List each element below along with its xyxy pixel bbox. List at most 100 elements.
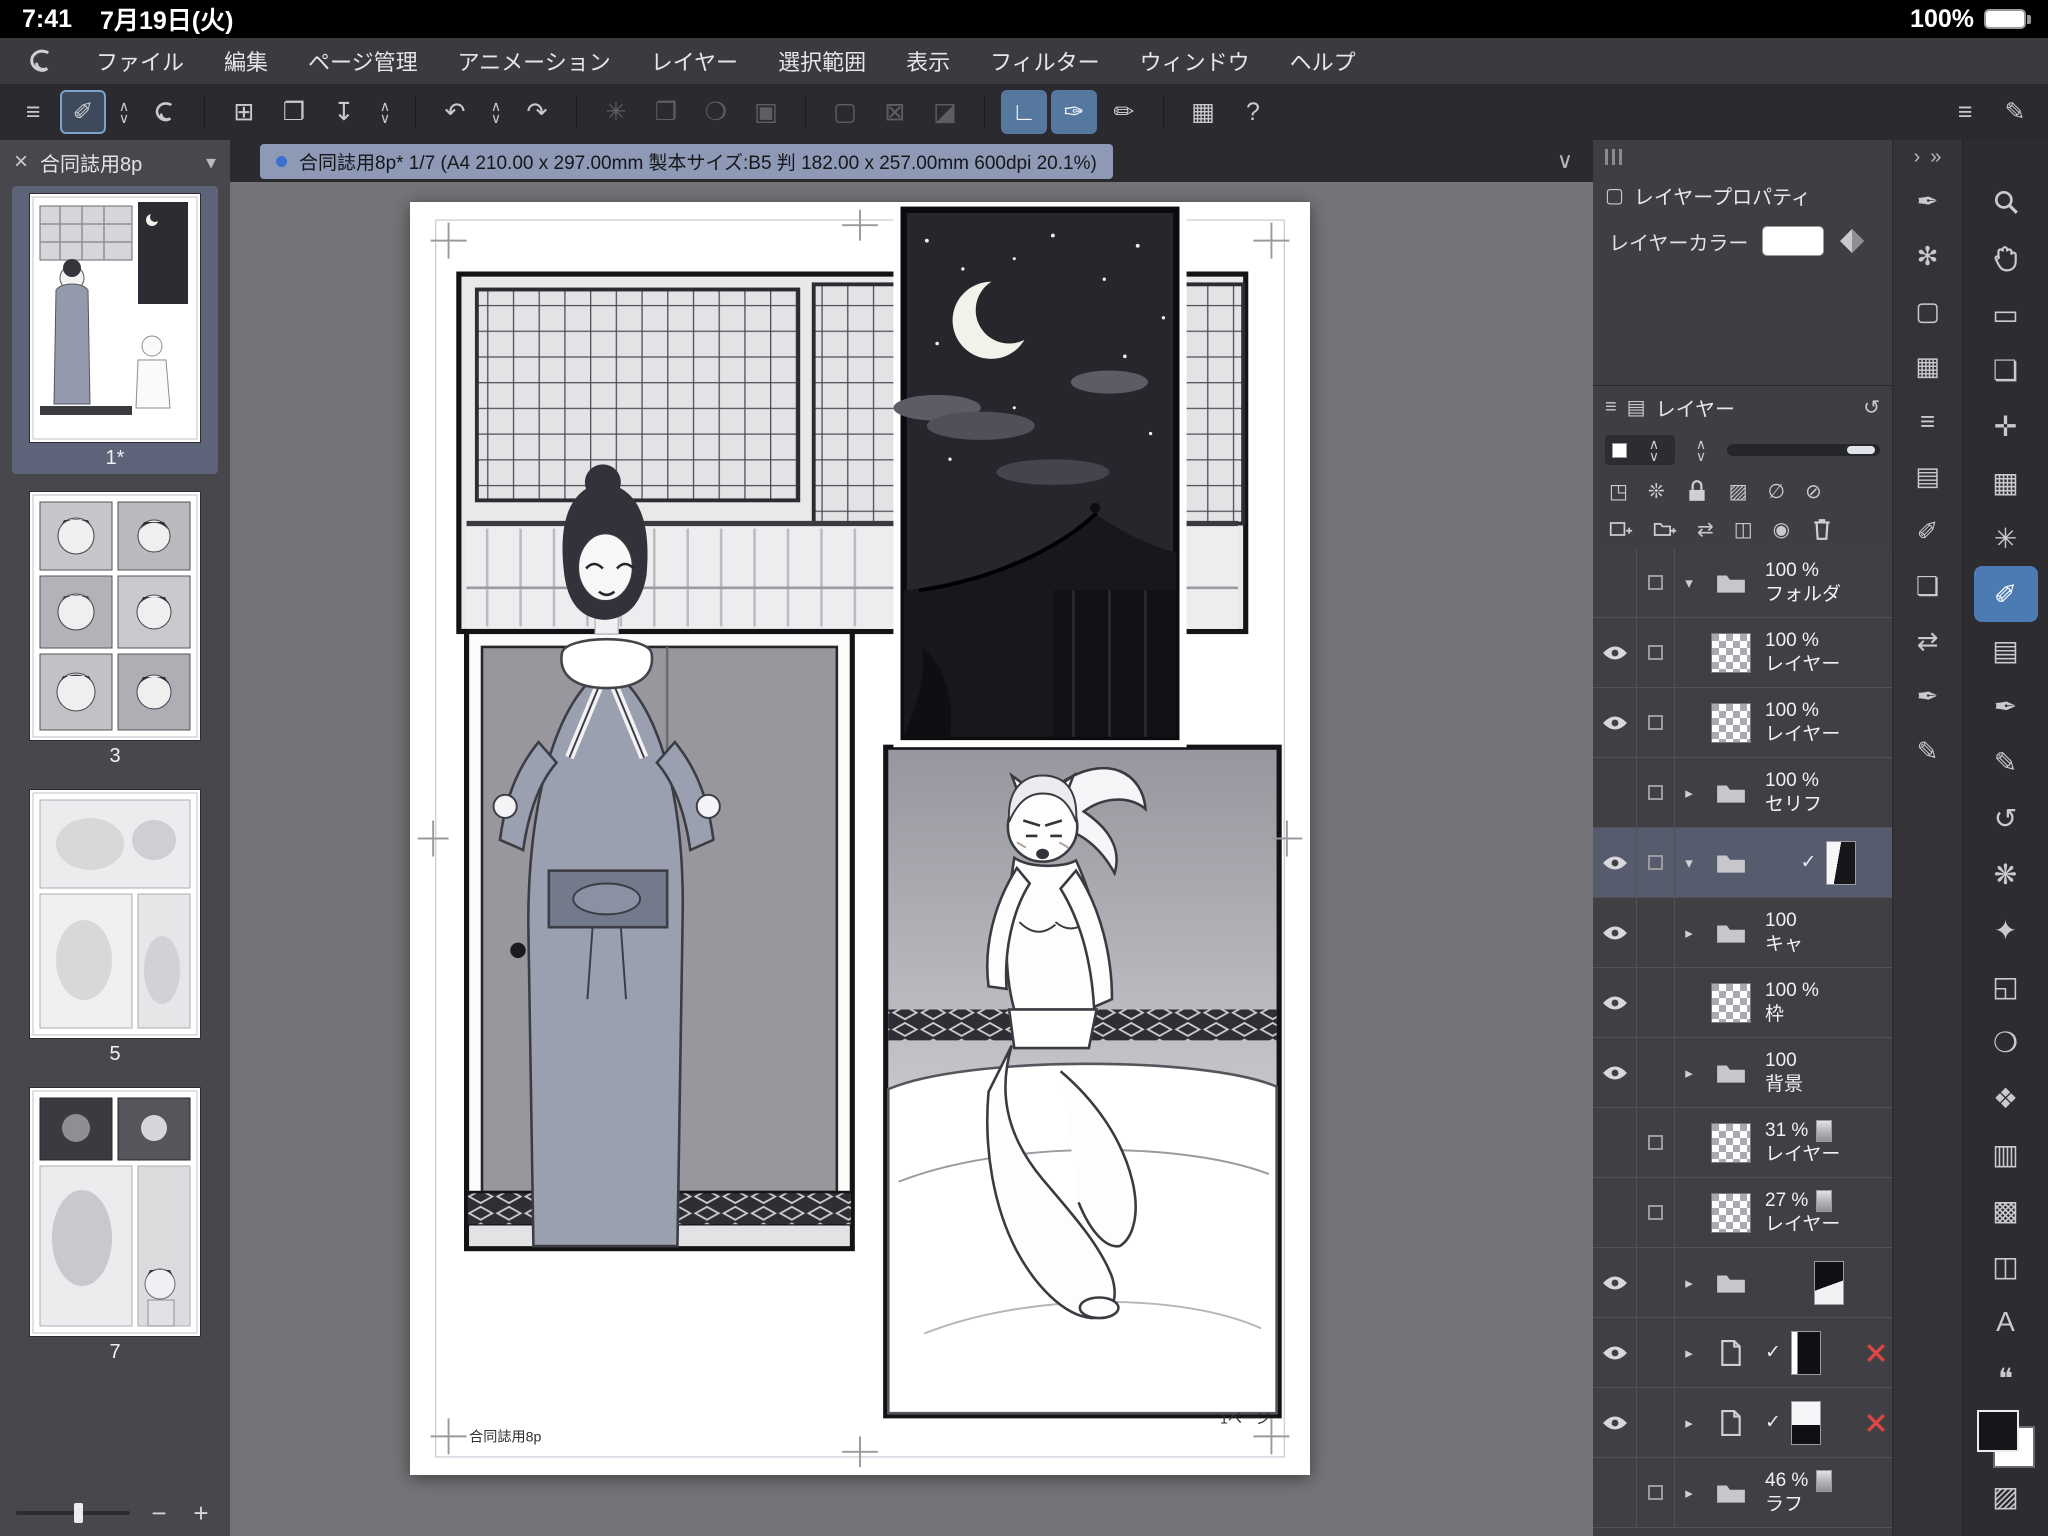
menu-help[interactable]: ヘルプ: [1290, 45, 1356, 77]
mask-thumbnail[interactable]: [1816, 1120, 1832, 1142]
history-palette-button[interactable]: ✒: [1900, 669, 1956, 724]
mask-thumbnail[interactable]: [1816, 1470, 1832, 1492]
file-layer-icon[interactable]: [1703, 1388, 1759, 1457]
layer-checkbox[interactable]: [1637, 1318, 1675, 1387]
tool-selection[interactable]: ▦: [1974, 454, 2038, 510]
zoom-in-button[interactable]: +: [188, 1498, 214, 1529]
expand-chevron[interactable]: ▸: [1675, 1038, 1703, 1107]
undo-button[interactable]: ↶: [432, 90, 478, 134]
visibility-toggle[interactable]: [1593, 1178, 1637, 1247]
blend-mode-select[interactable]: ∧∨: [1605, 435, 1675, 465]
tool-move[interactable]: ✛: [1974, 398, 2038, 454]
tool-layers[interactable]: ▤: [1974, 622, 2038, 678]
draft-layer-button[interactable]: ∅: [1768, 479, 1785, 504]
color-well[interactable]: [1977, 1410, 2035, 1468]
visibility-toggle[interactable]: [1593, 968, 1637, 1037]
menu-selection[interactable]: 選択範囲: [778, 45, 866, 77]
filter-button[interactable]: ✳: [593, 90, 639, 134]
visibility-toggle[interactable]: [1593, 688, 1637, 757]
expand-chevron[interactable]: ▸: [1675, 1248, 1703, 1317]
layer-thumbnail[interactable]: [1791, 1331, 1821, 1375]
invert-selection-button[interactable]: ◪: [922, 90, 968, 134]
expand-chevron[interactable]: ▸: [1675, 898, 1703, 967]
layer-checkbox[interactable]: [1637, 1388, 1675, 1457]
layer-checkbox[interactable]: [1637, 968, 1675, 1037]
expand-chevron[interactable]: ▸: [1675, 1458, 1703, 1527]
layer-checkbox[interactable]: [1637, 1178, 1675, 1247]
expand-chevron[interactable]: ▸: [1675, 758, 1703, 827]
reference-layer-button[interactable]: ❊: [1648, 479, 1665, 504]
tool-hand[interactable]: [1974, 230, 2038, 286]
tool-eraser[interactable]: ◱: [1974, 958, 2038, 1014]
visibility-toggle[interactable]: [1593, 828, 1637, 897]
tool-pencil[interactable]: ✎: [1974, 734, 2038, 790]
tool-zoom[interactable]: [1974, 174, 2038, 230]
new-page-button[interactable]: ⊞: [221, 90, 267, 134]
page-thumbnail-5[interactable]: 5: [12, 782, 218, 1070]
clip-to-below-button[interactable]: ◳: [1609, 479, 1628, 504]
canvas[interactable]: 合同誌用8p 1ページ: [230, 182, 1593, 1536]
layer-thumbnail[interactable]: [1703, 688, 1759, 757]
document-tab[interactable]: 合同誌用8p* 1/7 (A4 210.00 x 297.00mm 製本サイズ:…: [260, 144, 1113, 179]
visibility-toggle[interactable]: [1593, 1108, 1637, 1177]
new-layer-button[interactable]: [1609, 517, 1633, 541]
layer-thumbnail[interactable]: [1703, 968, 1759, 1037]
layer-checkbox[interactable]: [1637, 1248, 1675, 1317]
folder-icon[interactable]: [1703, 548, 1759, 617]
main-color-swatch[interactable]: [1977, 1410, 2019, 1452]
layer-thumbnail[interactable]: [1703, 1108, 1759, 1177]
menu-window[interactable]: ウィンドウ: [1140, 45, 1250, 77]
collapse-all-button[interactable]: »: [1930, 146, 1941, 169]
layer-thumbnail[interactable]: [1814, 1261, 1844, 1305]
page-stepper[interactable]: ∧∨: [371, 100, 399, 124]
layer-thumbnail[interactable]: [1703, 618, 1759, 687]
folder-icon[interactable]: [1703, 1458, 1759, 1527]
history-stepper[interactable]: ∧∨: [482, 100, 510, 124]
clip-studio-logo-icon[interactable]: [26, 46, 56, 76]
layer-checkbox[interactable]: [1637, 1108, 1675, 1177]
layer-row[interactable]: ▸ ✓: [1593, 1388, 1892, 1458]
tool-gradient[interactable]: ▥: [1974, 1126, 2038, 1182]
manga-page[interactable]: 合同誌用8p 1ページ: [410, 202, 1310, 1475]
tool-pen[interactable]: ✒: [1974, 678, 2038, 734]
layer-thumbnail[interactable]: [1826, 841, 1856, 885]
menu-file[interactable]: ファイル: [96, 45, 184, 77]
visibility-toggle[interactable]: [1593, 1248, 1637, 1317]
transfer-layer-button[interactable]: ⇄: [1697, 517, 1714, 542]
palette-undo-icon[interactable]: ↺: [1863, 395, 1880, 420]
crop-button[interactable]: ▣: [743, 90, 789, 134]
clip-studio-home-button[interactable]: [142, 90, 188, 134]
layer-row[interactable]: ▸ ✓: [1593, 1318, 1892, 1388]
zoom-out-button[interactable]: −: [146, 1498, 172, 1529]
tool-text[interactable]: A: [1974, 1294, 2038, 1350]
open-button[interactable]: ❐: [271, 90, 317, 134]
tool-figure[interactable]: ◫: [1974, 1238, 2038, 1294]
menu-view[interactable]: 表示: [906, 45, 950, 77]
auto-action-palette-button[interactable]: ✎: [1900, 724, 1956, 779]
current-tool-button[interactable]: ✐: [60, 90, 106, 134]
tool-rotate[interactable]: ↺: [1974, 790, 2038, 846]
layer-palette-button[interactable]: ❏: [1900, 559, 1956, 614]
sidebar-toggle-button[interactable]: ≡: [10, 90, 56, 134]
tool-operation[interactable]: ❏: [1974, 342, 2038, 398]
liquify-button[interactable]: ❍: [693, 90, 739, 134]
layer-row[interactable]: ▾ 100 % フォルダ: [1593, 548, 1892, 618]
layer-checkbox[interactable]: [1637, 1038, 1675, 1107]
modifier-keypad-button[interactable]: ▦: [1180, 90, 1226, 134]
duplicate-button[interactable]: ❐: [643, 90, 689, 134]
snap-ruler-button[interactable]: ∟: [1001, 90, 1047, 134]
folder-icon[interactable]: [1703, 758, 1759, 827]
visibility-toggle[interactable]: [1593, 548, 1637, 617]
subtool-palette-button[interactable]: ✒: [1900, 174, 1956, 229]
tool-balloon[interactable]: ❝: [1974, 1350, 2038, 1406]
dock-grip[interactable]: [1593, 140, 1892, 174]
deselect-button[interactable]: ⊠: [872, 90, 918, 134]
folder-icon[interactable]: [1703, 898, 1759, 967]
expand-chevron[interactable]: ▸: [1675, 1388, 1703, 1457]
tool-wand[interactable]: ✳: [1974, 510, 2038, 566]
expand-chevron[interactable]: ▾: [1675, 548, 1703, 617]
layer-checkbox[interactable]: [1637, 688, 1675, 757]
navigator-palette-button[interactable]: ⇄: [1900, 614, 1956, 669]
delete-layer-button[interactable]: [1810, 517, 1834, 541]
chevron-down-icon[interactable]: ▾: [206, 150, 216, 175]
